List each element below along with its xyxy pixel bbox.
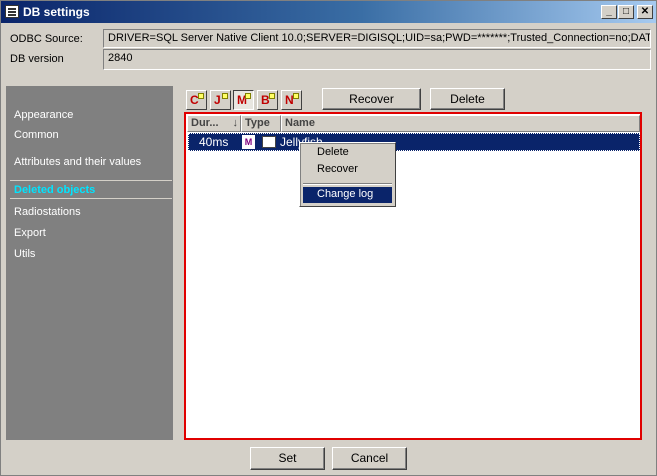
close-button[interactable]: ✕ (637, 5, 653, 19)
db-settings-window: DB settings _ □ ✕ ODBC Source: DRIVER=SQ… (0, 0, 657, 476)
filter-dot-icon (245, 93, 251, 99)
recover-button[interactable]: Recover (322, 88, 421, 110)
column-header-type[interactable]: Type (241, 115, 281, 132)
filter-m-button[interactable]: M (233, 90, 254, 110)
sidebar-item-radiostations[interactable]: Radiostations (14, 206, 81, 218)
filter-n-button[interactable]: N (281, 90, 302, 110)
filter-b-button[interactable]: B (257, 90, 278, 110)
db-version-label: DB version (10, 53, 64, 65)
sidebar-item-attributes[interactable]: Attributes and their values (14, 156, 141, 168)
table-row[interactable]: 40ms M Jellyfish (188, 133, 640, 151)
sidebar-item-deleted-objects[interactable]: Deleted objects (14, 184, 95, 196)
cancel-button[interactable]: Cancel (332, 447, 407, 470)
set-button[interactable]: Set (250, 447, 325, 470)
object-icon (262, 136, 276, 148)
filter-dot-icon (293, 93, 299, 99)
sidebar-divider (10, 180, 172, 181)
duration-cell: 40ms (199, 135, 229, 149)
menu-item-delete[interactable]: Delete (303, 145, 392, 161)
maximize-button[interactable]: □ (618, 5, 634, 19)
menu-item-change-log[interactable]: Change log (303, 187, 392, 203)
column-header-duration[interactable]: Dur... ↓ (187, 115, 241, 132)
filter-dot-icon (222, 93, 228, 99)
app-icon (5, 5, 19, 18)
db-version-field[interactable]: 2840 (103, 49, 651, 70)
menu-separator (303, 183, 392, 185)
sidebar-divider (10, 198, 172, 199)
title-bar[interactable]: DB settings _ □ ✕ (1, 1, 656, 23)
type-m-icon: M (242, 135, 255, 149)
deleted-objects-list[interactable]: Dur... ↓ Type Name 40ms M Jellyfish (184, 112, 642, 440)
filter-dot-icon (198, 93, 204, 99)
column-header-duration-label: Dur... (191, 117, 219, 129)
menu-item-recover[interactable]: Recover (303, 162, 392, 178)
sort-arrow-icon: ↓ (232, 117, 239, 129)
context-menu: Delete Recover Change log (299, 142, 396, 207)
sidebar-item-appearance[interactable]: Appearance (14, 109, 73, 121)
delete-button[interactable]: Delete (430, 88, 505, 110)
odbc-source-label: ODBC Source: (10, 33, 83, 45)
filter-j-label: J (214, 93, 221, 107)
minimize-button[interactable]: _ (601, 5, 617, 19)
filter-j-button[interactable]: J (210, 90, 231, 110)
sidebar-item-common[interactable]: Common (14, 129, 59, 141)
settings-sidebar: Appearance Common Attributes and their v… (6, 86, 173, 440)
filter-c-button[interactable]: C (186, 90, 207, 110)
column-header-name[interactable]: Name (281, 115, 640, 132)
sidebar-item-export[interactable]: Export (14, 227, 46, 239)
sidebar-item-utils[interactable]: Utils (14, 248, 35, 260)
odbc-source-field[interactable]: DRIVER=SQL Server Native Client 10.0;SER… (103, 29, 651, 48)
window-title: DB settings (23, 5, 90, 19)
filter-dot-icon (269, 93, 275, 99)
